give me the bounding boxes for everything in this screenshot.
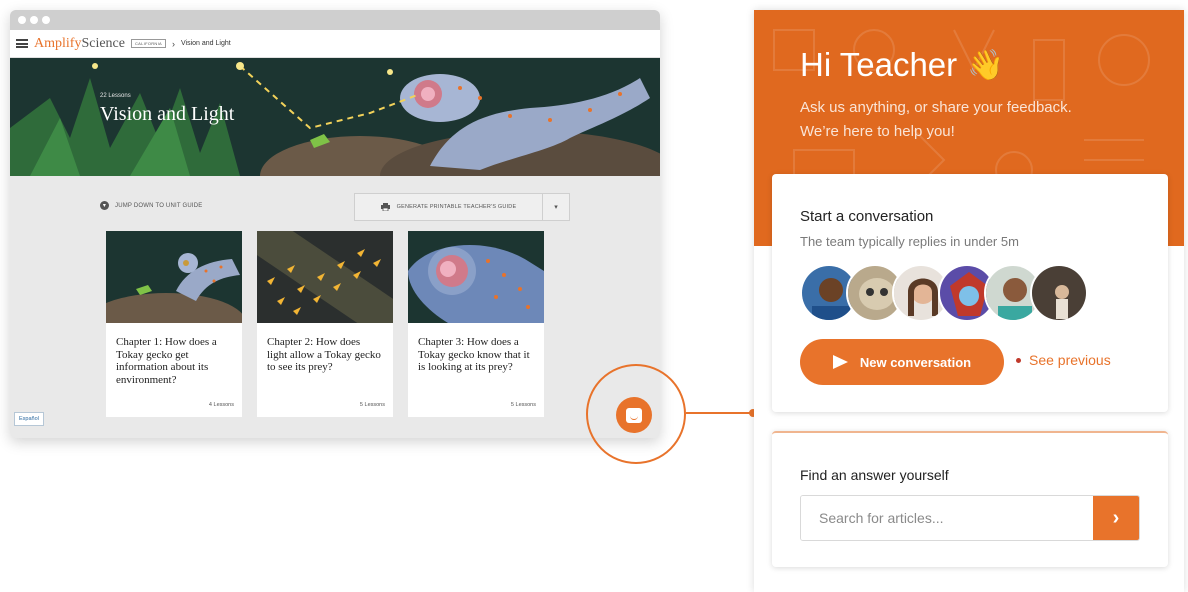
launcher-highlight-ring: [586, 364, 686, 464]
unit-actions: ▾ JUMP DOWN TO UNIT GUIDE GENERATE PRINT…: [10, 176, 660, 236]
send-icon: [832, 355, 848, 369]
intro-text: Ask us anything, or share your feedback.…: [800, 96, 1160, 144]
conversation-title: Start a conversation: [800, 208, 934, 225]
chapter-lessons-count: 5 Lessons: [359, 402, 385, 408]
hamburger-icon[interactable]: [16, 39, 28, 48]
new-conversation-button[interactable]: New conversation: [800, 339, 1004, 385]
team-avatars: [800, 264, 1088, 322]
chapter-card-3[interactable]: Chapter 3: How does a Tokay gecko know t…: [408, 231, 544, 417]
chapter-title: Chapter 1: How does a Tokay gecko get in…: [116, 336, 217, 386]
jump-label: JUMP DOWN TO UNIT GUIDE: [115, 202, 203, 209]
window-maximize-dot[interactable]: [42, 16, 50, 24]
chapter-card-list: Chapter 1: How does a Tokay gecko get in…: [106, 231, 544, 417]
intro-line-1: Ask us anything, or share your feedback.: [800, 99, 1072, 116]
chapter-lessons-count: 4 Lessons: [208, 402, 234, 408]
chapter-card-2[interactable]: Chapter 2: How does light allow a Tokay …: [257, 231, 393, 417]
bullet-dot: [1016, 357, 1021, 363]
chevron-right-icon: ›: [1112, 506, 1120, 529]
see-previous-label: See previous: [1029, 352, 1111, 368]
print-icon: [380, 203, 390, 211]
chevron-down-circle-icon: ▾: [100, 201, 109, 210]
region-badge: CALIFORNIA: [130, 39, 166, 48]
greeting-text: Hi Teacher: [800, 46, 958, 83]
generate-teachers-guide-button[interactable]: GENERATE PRINTABLE TEACHER'S GUIDE ▾: [354, 193, 570, 221]
brand-logo[interactable]: AmplifyScience: [34, 36, 125, 52]
unit-hero-banner: 22 Lessons Vision and Light: [10, 58, 660, 176]
chapter-card-1[interactable]: Chapter 1: How does a Tokay gecko get in…: [106, 231, 242, 417]
chapter-lessons-count: 5 Lessons: [510, 402, 536, 408]
article-search: ›: [800, 495, 1140, 541]
find-answer-card: Find an answer yourself ›: [772, 431, 1168, 567]
hero-lessons-count: 22 Lessons: [100, 93, 131, 99]
chevron-down-icon[interactable]: ▾: [543, 203, 569, 211]
intro-line-2: We’re here to help you!: [800, 123, 955, 140]
browser-titlebar: [10, 10, 660, 30]
breadcrumb-separator-icon: ›: [172, 38, 175, 49]
window-close-dot[interactable]: [18, 16, 26, 24]
chapter-2-image: [257, 231, 393, 323]
page-title: Vision and Light: [100, 103, 235, 125]
reply-time-text: The team typically replies in under 5m: [800, 234, 1019, 249]
language-toggle-button[interactable]: Español: [14, 412, 44, 426]
start-conversation-card: Start a conversation The team typically …: [772, 174, 1168, 412]
callout-connector-line: [686, 412, 752, 414]
greeting-heading: Hi Teacher 👋: [800, 46, 1005, 84]
app-header: AmplifyScience CALIFORNIA › Vision and L…: [10, 30, 660, 58]
search-submit-button[interactable]: ›: [1093, 496, 1139, 540]
messenger-panel: Hi Teacher 👋 Ask us anything, or share y…: [754, 10, 1184, 592]
new-conversation-label: New conversation: [859, 354, 972, 370]
wave-emoji: 👋: [967, 48, 1005, 82]
jump-to-guide-link[interactable]: ▾ JUMP DOWN TO UNIT GUIDE: [100, 201, 203, 210]
print-label: GENERATE PRINTABLE TEACHER'S GUIDE: [396, 204, 517, 210]
chapter-1-image: [106, 231, 242, 323]
chapter-title: Chapter 2: How does light allow a Tokay …: [267, 336, 381, 373]
chapter-title: Chapter 3: How does a Tokay gecko know t…: [418, 336, 530, 373]
avatar: [1030, 264, 1088, 322]
chapter-3-image: [408, 231, 544, 323]
find-answer-title: Find an answer yourself: [800, 467, 949, 483]
breadcrumb[interactable]: Vision and Light: [181, 40, 231, 47]
see-previous-link[interactable]: See previous: [1016, 352, 1111, 368]
window-minimize-dot[interactable]: [30, 16, 38, 24]
search-input[interactable]: [801, 496, 1093, 540]
